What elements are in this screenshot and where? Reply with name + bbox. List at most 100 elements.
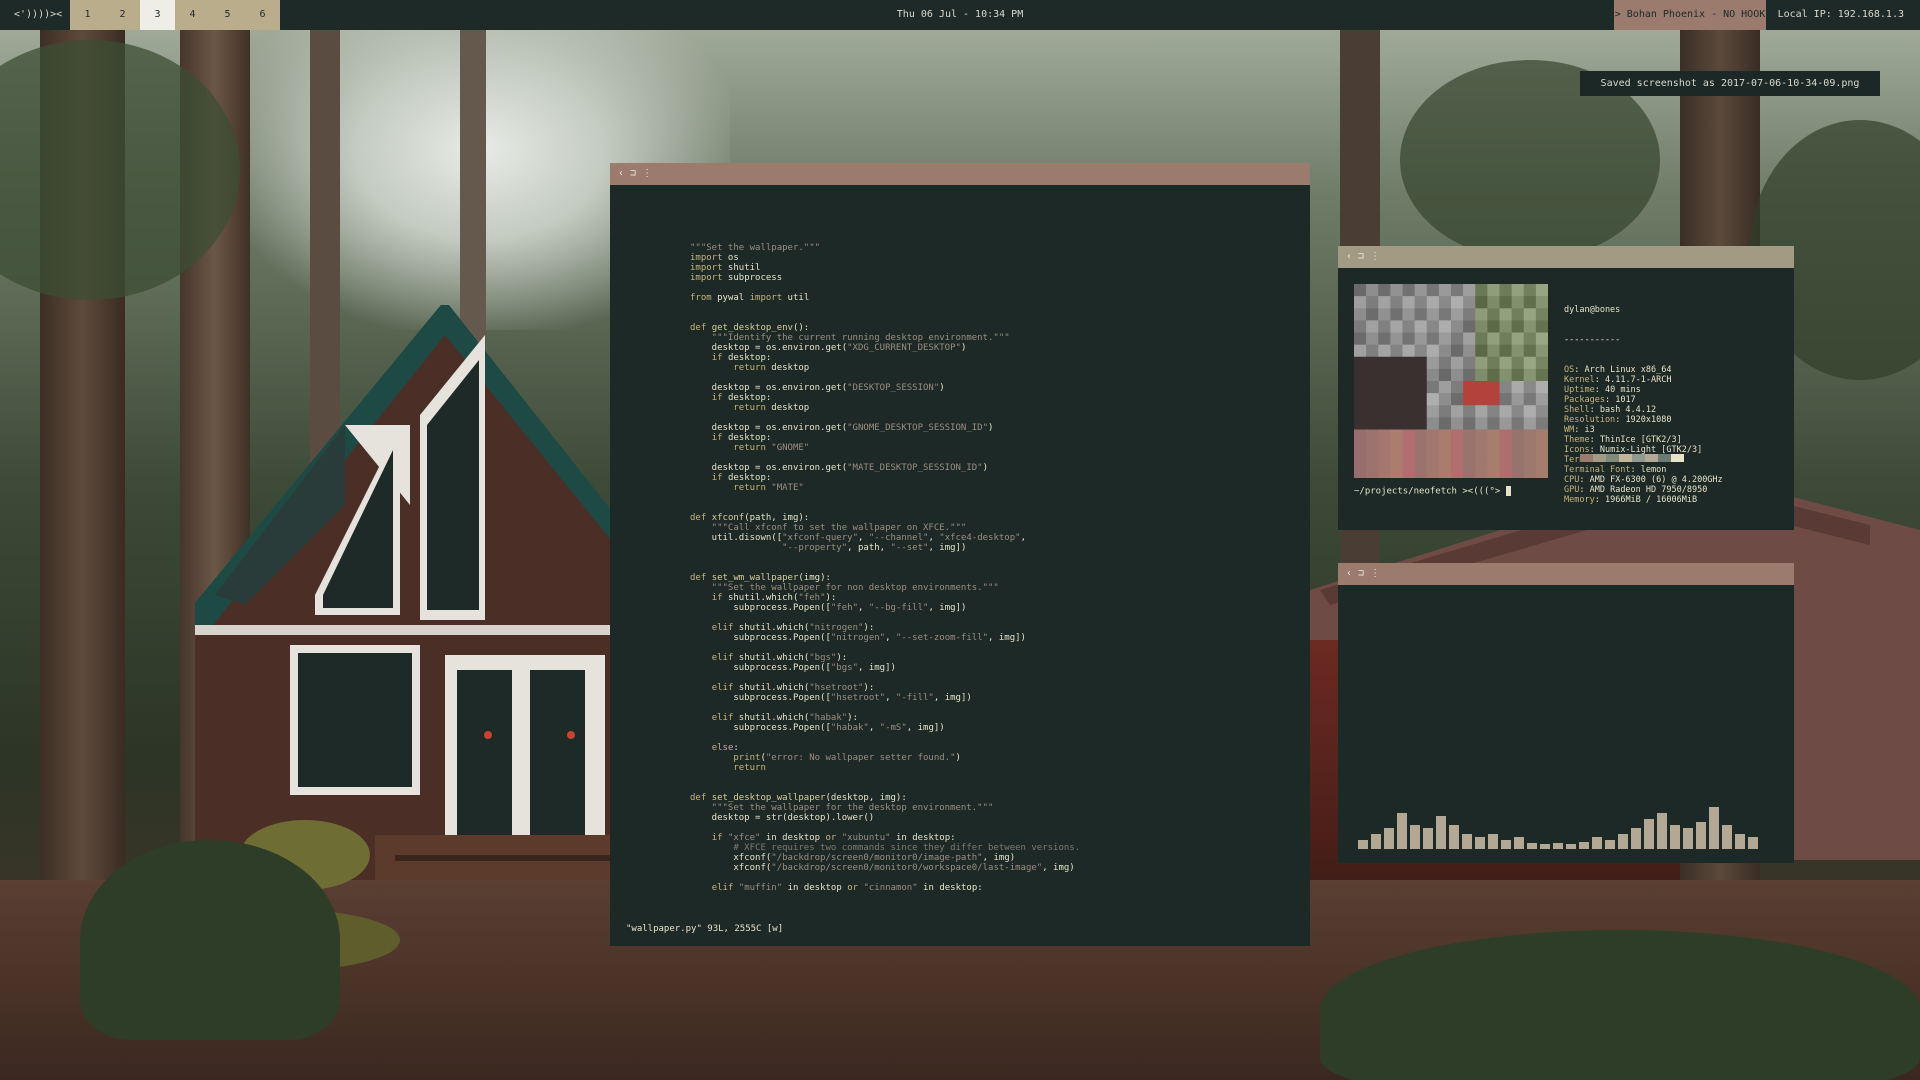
thumbnail-pixel (1511, 368, 1525, 382)
palette-swatch (1658, 454, 1671, 462)
thumbnail-pixel (1499, 441, 1513, 455)
thumbnail-pixel (1487, 308, 1500, 321)
thumbnail-pixel (1511, 356, 1525, 370)
thumbnail-pixel (1487, 320, 1500, 333)
thumbnail-pixel (1366, 332, 1379, 346)
code-token: (img): (798, 573, 831, 583)
thumbnail-pixel (1438, 453, 1452, 467)
code-token: desktop = str(desktop).lower() (690, 813, 875, 823)
info-row: Uptime: 40 mins (1564, 385, 1723, 395)
thumbnail-pixel (1475, 381, 1488, 394)
code-line: desktop = os.environ.get("DESKTOP_SESSIO… (690, 383, 1080, 393)
window-titlebar[interactable]: ‹ ⊐ ⋮ (610, 163, 1310, 185)
thumbnail-pixel (1463, 344, 1476, 358)
code-token: ): (825, 593, 837, 603)
code-line: def set_desktop_wallpaper(desktop, img): (690, 793, 1080, 803)
thumbnail-pixel (1535, 381, 1548, 394)
code-token: , img]) (857, 663, 896, 673)
thumbnail-pixel (1487, 332, 1500, 346)
code-token: desktop: (722, 393, 772, 403)
thumbnail-pixel (1426, 308, 1440, 321)
code-line: if shutil.which("feh"): (690, 593, 1080, 603)
notification-popup[interactable]: Saved screenshot as 2017-07-06-10-34-09.… (1580, 71, 1880, 96)
thumbnail-pixel (1451, 296, 1464, 309)
visualizer-bar (1657, 813, 1667, 849)
code-token: """Identify the current running desktop … (690, 333, 1010, 343)
thumbnail-pixel (1511, 441, 1525, 455)
thumbnail-pixel (1451, 429, 1464, 443)
code-token: def (690, 513, 712, 523)
thumbnail-pixel (1426, 296, 1440, 309)
editor-statusline: "wallpaper.py" 93L, 2555C [w] (626, 924, 784, 934)
thumbnail-pixel (1354, 393, 1367, 406)
code-token: "DESKTOP_SESSION" (847, 383, 940, 393)
thumbnail-pixel (1499, 368, 1513, 382)
code-line: subprocess.Popen(["habak", "-mS", img]) (690, 723, 1080, 733)
visualizer-window[interactable]: ‹ ⊐ ⋮ (1338, 563, 1794, 863)
code-line: xfconf("/backdrop/screen0/monitor0/image… (690, 853, 1080, 863)
thumbnail-pixel (1426, 344, 1440, 358)
code-token: , img]) (928, 603, 967, 613)
code-token: ) (960, 343, 967, 353)
code-token: , img]) (906, 723, 945, 733)
thumbnail-pixel (1535, 284, 1548, 297)
visualizer-bar (1618, 834, 1628, 849)
shell-prompt[interactable]: ~/projects/neofetch ><(((°> (1354, 486, 1511, 497)
thumbnail-pixel (1463, 441, 1476, 455)
info-value: 40 mins (1604, 385, 1641, 395)
code-token: def (690, 573, 712, 583)
code-token: xfconf (711, 513, 745, 523)
thumbnail-pixel (1354, 405, 1367, 418)
thumbnail-pixel (1499, 381, 1513, 394)
code-token: subprocess.Popen([ (690, 603, 831, 613)
thumbnail-pixel (1499, 453, 1513, 467)
info-key: CPU (1564, 475, 1580, 485)
thumbnail-pixel (1523, 284, 1537, 297)
thumbnail-pixel (1366, 320, 1379, 333)
thumbnail-pixel (1463, 465, 1476, 478)
code-buffer[interactable]: """Set the wallpaper.""" import os import … (690, 243, 1080, 893)
code-token: ): (863, 623, 875, 633)
thumbnail-pixel (1463, 381, 1476, 394)
visualizer-bar (1592, 837, 1602, 849)
code-line: def get_desktop_env(): (690, 323, 1080, 333)
code-line: elif shutil.which("nitrogen"): (690, 623, 1080, 633)
thumbnail-pixel (1475, 344, 1488, 358)
info-row: Packages: 1017 (1564, 395, 1723, 405)
code-token: "MATE_DESKTOP_SESSION_ID" (847, 463, 983, 473)
palette-swatch (1645, 454, 1658, 462)
code-token: return (733, 443, 766, 453)
code-token: shutil.which( (733, 623, 810, 633)
visualizer-bar (1462, 834, 1472, 849)
palette-swatch (1606, 454, 1619, 462)
thumbnail-pixel (1354, 417, 1367, 430)
terminal-window[interactable]: ‹ ⊐ ⋮ dylan@bones ----------- OS: Arch L… (1338, 246, 1794, 530)
window-titlebar[interactable]: ‹ ⊐ ⋮ (1338, 563, 1794, 585)
thumbnail-pixel (1390, 381, 1403, 394)
code-token: ) (939, 383, 945, 393)
code-token: "habak" (830, 723, 869, 733)
thumbnail-pixel (1463, 284, 1476, 297)
code-token: , (857, 533, 869, 543)
code-line: desktop = os.environ.get("GNOME_DESKTOP_… (690, 423, 1080, 433)
code-token: , img) (982, 853, 1016, 863)
info-colon: : (1594, 385, 1605, 395)
thumbnail-pixel (1414, 465, 1428, 478)
info-colon: : (1589, 405, 1600, 415)
info-row: Kernel: 4.11.7-1-ARCH (1564, 375, 1723, 385)
code-token: if (711, 593, 723, 603)
thumbnail-pixel (1475, 320, 1488, 333)
window-titlebar[interactable]: ‹ ⊐ ⋮ (1338, 246, 1794, 268)
thumbnail-pixel (1475, 368, 1488, 382)
thumbnail-pixel (1438, 308, 1452, 321)
thumbnail-pixel (1390, 320, 1403, 333)
thumbnail-pixel (1475, 465, 1488, 478)
visualizer-bar (1566, 844, 1576, 849)
editor-window[interactable]: ‹ ⊐ ⋮ """Set the wallpaper.""" import os i… (610, 163, 1310, 946)
code-line: xfconf("/backdrop/screen0/monitor0/works… (690, 863, 1080, 873)
now-playing[interactable]: > Bohan Phoenix - NO HOOK (1614, 0, 1766, 30)
